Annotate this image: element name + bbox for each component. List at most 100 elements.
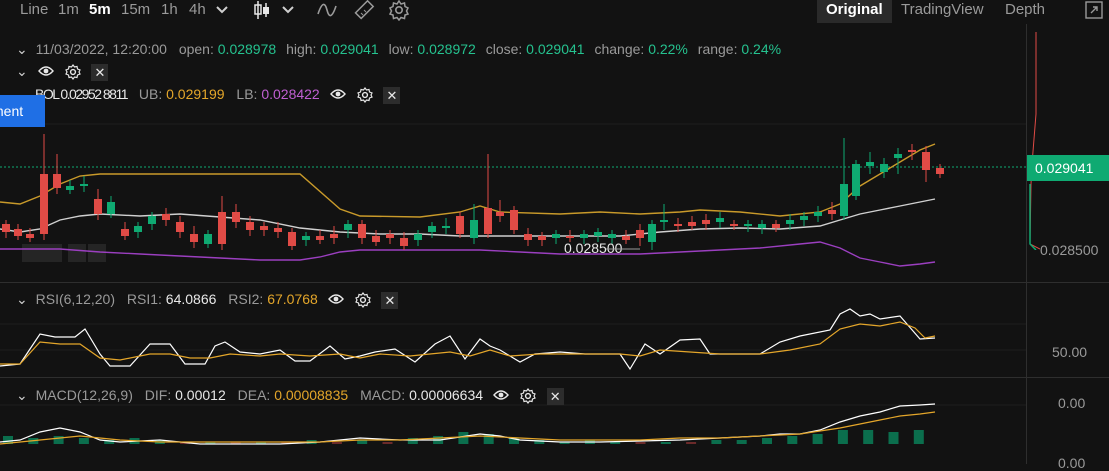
- candle-body: [386, 234, 394, 238]
- candle-body: [53, 174, 61, 188]
- interval-line[interactable]: Line: [20, 1, 48, 18]
- view-tradingview-button[interactable]: TradingView: [892, 0, 993, 23]
- boll-visibility-eye-icon[interactable]: [330, 87, 347, 104]
- range-value: 0.24%: [741, 41, 782, 57]
- candle-body: [772, 224, 780, 228]
- boll-lower-band: [0, 241, 936, 267]
- indicators-icon[interactable]: [316, 0, 338, 23]
- candle-body: [190, 234, 198, 242]
- candle-body: [176, 222, 184, 232]
- interval-1h[interactable]: 1h: [161, 1, 178, 18]
- ohlc-legend: ⌄ 11/03/2022, 12:20:00 open: 0.028978 hi…: [16, 41, 781, 58]
- macd-bar: [660, 442, 671, 444]
- candle-body: [730, 224, 738, 226]
- rsi-close-icon[interactable]: ✕: [381, 291, 399, 309]
- macd-bar: [888, 432, 899, 444]
- candle-body: [908, 150, 916, 152]
- macd-bar: [711, 440, 722, 444]
- candle-body: [800, 216, 808, 220]
- interval-1m[interactable]: 1m: [58, 1, 79, 18]
- candle-body: [246, 222, 254, 230]
- visibility-eye-icon[interactable]: [38, 64, 55, 81]
- view-original-button[interactable]: Original: [817, 0, 892, 23]
- drawing-tool-tag[interactable]: ment: [0, 95, 45, 127]
- macd-name: MACD(12,26,9): [35, 387, 133, 403]
- candle-body: [922, 152, 930, 170]
- macd-bar: [458, 432, 469, 444]
- drawing-ruler-icon[interactable]: [353, 0, 375, 24]
- interval-4h[interactable]: 4h: [189, 1, 206, 18]
- more-intervals-chevron-icon[interactable]: [214, 0, 230, 23]
- candle-body: [702, 220, 710, 224]
- candle-body: [26, 234, 34, 238]
- grid-lines: [0, 123, 1026, 406]
- low-value: 0.028972: [417, 41, 476, 57]
- rsi-settings-gear-icon[interactable]: [355, 291, 372, 309]
- candle-body: [107, 202, 115, 214]
- fullscreen-icon[interactable]: [1084, 0, 1104, 23]
- dif-label: DIF:: [144, 387, 172, 403]
- candle-body: [496, 212, 504, 216]
- macd-bar: [686, 442, 697, 444]
- macd-collapse-chevron-icon[interactable]: ⌄: [16, 387, 28, 403]
- candle-body: [688, 222, 696, 226]
- macd-visibility-eye-icon[interactable]: [493, 388, 510, 405]
- macd-bar: [331, 442, 342, 444]
- chart-type-chevron-icon[interactable]: [280, 0, 296, 23]
- candle-body: [552, 234, 560, 238]
- macd-bar: [736, 440, 747, 444]
- candle-body: [218, 212, 226, 244]
- macd-bar: [913, 430, 924, 444]
- candle-body: [828, 210, 836, 214]
- candle-body: [316, 236, 324, 240]
- change-label: change:: [594, 41, 645, 57]
- candle-body: [428, 226, 436, 232]
- rsi-visibility-eye-icon[interactable]: [328, 292, 345, 309]
- candle-datetime: 11/03/2022, 12:20:00: [35, 41, 167, 57]
- candlestick-series: [2, 134, 944, 250]
- overlay-close-icon[interactable]: ✕: [91, 63, 109, 81]
- candle-body: [484, 208, 492, 234]
- lb-value: 0.028422: [261, 86, 320, 102]
- dea-label: DEA:: [237, 387, 271, 403]
- candle-body: [622, 236, 630, 240]
- candle-body: [510, 210, 518, 230]
- candle-body: [580, 234, 588, 238]
- candle-body: [674, 224, 682, 226]
- overlay-controls: ⌄ ✕: [16, 63, 109, 81]
- rsi-collapse-chevron-icon[interactable]: ⌄: [16, 291, 28, 307]
- candle-body: [814, 212, 822, 216]
- view-depth-button[interactable]: Depth: [996, 0, 1054, 23]
- macd-close-icon[interactable]: ✕: [546, 387, 564, 405]
- legend-collapse-chevron-icon[interactable]: ⌄: [16, 41, 28, 57]
- boll-close-icon[interactable]: ✕: [383, 86, 401, 104]
- candle-body: [94, 199, 102, 214]
- candle-body: [232, 212, 240, 222]
- candle-body: [2, 224, 10, 232]
- candle-body: [358, 224, 366, 238]
- candle-body: [866, 162, 874, 166]
- exchange-watermark: [22, 244, 106, 262]
- candlestick-type-icon[interactable]: [252, 0, 272, 24]
- close-value: 0.029041: [526, 41, 585, 57]
- overlay-settings-gear-icon[interactable]: [65, 63, 82, 81]
- candle-body: [880, 164, 888, 172]
- boll-settings-gear-icon[interactable]: [357, 86, 374, 104]
- candle-body: [80, 184, 88, 186]
- price-axis-depth-line: [1029, 32, 1040, 250]
- candle-body: [852, 164, 860, 196]
- overlay-collapse-chevron-icon[interactable]: ⌄: [16, 63, 28, 79]
- macd-pane-divider: [0, 377, 1109, 378]
- dif-value: 0.00012: [175, 387, 226, 403]
- rsi-pane-divider: [0, 282, 1109, 283]
- settings-gear-icon[interactable]: [388, 0, 410, 24]
- candle-body: [660, 220, 668, 222]
- interval-5m[interactable]: 5m: [89, 1, 111, 18]
- macd-legend: ⌄ MACD(12,26,9) DIF: 0.00012 DEA: 0.0000…: [16, 387, 564, 405]
- candle-body: [302, 236, 310, 240]
- price-axis-label: 0.028500: [1040, 242, 1099, 258]
- macd-settings-gear-icon[interactable]: [520, 387, 537, 405]
- interval-15m[interactable]: 15m: [121, 1, 150, 18]
- rsi2-value: 67.0768: [267, 291, 318, 307]
- candle-body: [330, 234, 338, 238]
